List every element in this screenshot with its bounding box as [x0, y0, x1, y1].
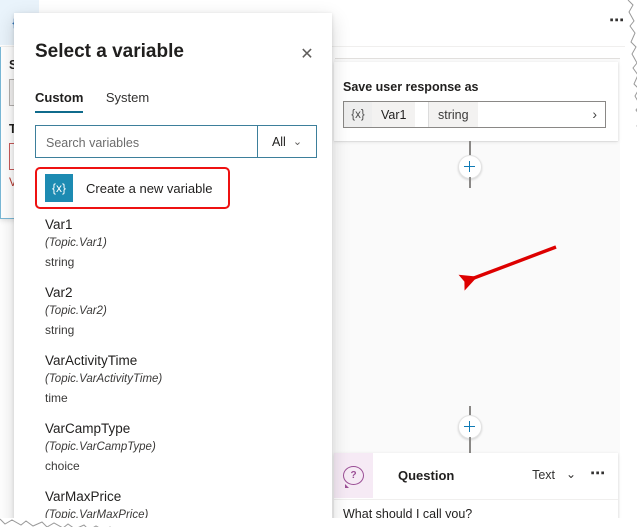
list-item[interactable]: VarMaxPrice (Topic.VarMaxPrice) number [35, 489, 315, 527]
add-node-button-2[interactable] [458, 415, 482, 439]
variable-type: time [45, 391, 68, 405]
list-item[interactable]: Var1 (Topic.Var1) string [35, 217, 315, 285]
filter-label: All [271, 134, 286, 149]
screenshot-root: Topic with a condition and variable Copi… [0, 0, 637, 527]
filter-dropdown[interactable]: All ⌄ [258, 125, 317, 158]
chevron-down-icon: ⌄ [292, 136, 303, 148]
connector-line [469, 141, 471, 156]
chevron-right-icon: › [592, 106, 597, 122]
question-card[interactable]: ? Question Text ⌄ ⋯ What should I call y… [334, 453, 618, 527]
variable-name: Var1 [45, 217, 73, 232]
variable-scope: (Topic.Var2) [45, 305, 107, 317]
question-bubble-icon: ? [334, 453, 373, 498]
canvas-top-divider [335, 58, 620, 59]
panel-tabs: Custom System [35, 89, 167, 115]
search-input-wrapper[interactable] [35, 125, 258, 159]
variable-name: VarCampType [45, 421, 131, 436]
create-new-variable-label: Create a new variable [86, 180, 213, 196]
chevron-down-icon[interactable]: ⌄ [566, 467, 576, 481]
variable-type: string [45, 323, 75, 337]
tab-system[interactable]: System [106, 90, 149, 113]
variable-scope: (Topic.VarCampType) [45, 441, 156, 453]
connector-line [469, 177, 471, 188]
search-row: All ⌄ [35, 125, 317, 159]
question-body-text: What should I call you? [343, 507, 473, 521]
variable-scope: (Topic.VarMaxPrice) [45, 509, 149, 521]
question-card-title: Question [398, 468, 455, 483]
list-item[interactable]: Var2 (Topic.Var2) string [35, 285, 315, 353]
variable-scope: (Topic.Var1) [45, 237, 107, 249]
list-item[interactable]: VarCampType (Topic.VarCampType) choice [35, 421, 315, 489]
variable-type: choice [45, 459, 80, 473]
connector-line [469, 437, 471, 453]
question-card-body: What should I call you? [334, 499, 618, 527]
create-new-variable-button[interactable]: {x} Create a new variable [45, 173, 221, 203]
list-item[interactable]: VarActivityTime (Topic.VarActivityTime) … [35, 353, 315, 421]
add-node-button-1[interactable] [458, 155, 482, 179]
variable-scope: (Topic.VarActivityTime) [45, 373, 163, 385]
variable-braces-icon: {x} [344, 102, 372, 127]
more-options-icon[interactable]: ⋯ [590, 466, 606, 481]
variable-type: string [45, 255, 75, 269]
close-icon[interactable]: ✕ [296, 43, 318, 65]
question-type-value[interactable]: Text [532, 468, 555, 482]
variable-name: VarActivityTime [45, 353, 138, 368]
variable-name: Var2 [45, 285, 73, 300]
variable-braces-icon: {x} [45, 174, 73, 202]
panel-title: Select a variable [35, 41, 184, 62]
save-user-response-card[interactable]: Save user response as {x} Var1 string › [334, 62, 618, 141]
more-options-icon[interactable]: ⋯ [609, 13, 625, 28]
search-input[interactable] [44, 126, 248, 159]
save-response-variable-picker[interactable]: {x} Var1 string › [343, 101, 606, 128]
variable-list[interactable]: Var1 (Topic.Var1) string Var2 (Topic.Var… [35, 217, 315, 527]
save-response-label: Save user response as [343, 80, 479, 94]
variable-name: VarMaxPrice [45, 489, 122, 504]
variable-name: Var1 [372, 102, 416, 127]
variable-type: string [428, 102, 478, 127]
tab-custom[interactable]: Custom [35, 90, 84, 113]
select-variable-panel: Select a variable ✕ Custom System All ⌄ … [14, 13, 332, 527]
